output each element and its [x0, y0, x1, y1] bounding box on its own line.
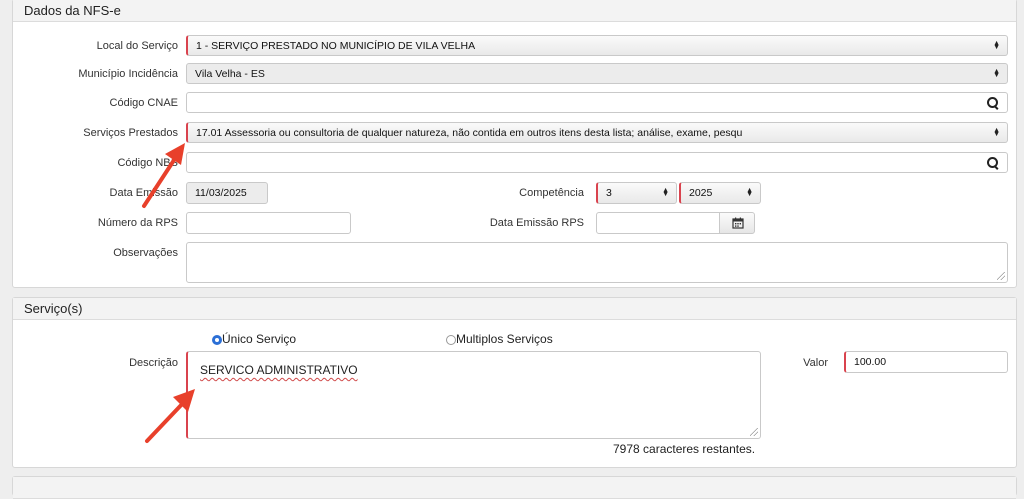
radio-multiplos-servicos[interactable] — [446, 335, 456, 345]
codigo-cnae-input[interactable] — [186, 92, 1008, 113]
valores-panel-title — [13, 477, 1016, 499]
municipio-incidencia-value: Vila Velha - ES — [195, 68, 265, 80]
competencia-year-select[interactable]: 2025 ▲ ▼ — [679, 182, 761, 204]
valores-panel — [12, 476, 1017, 499]
remaining-characters: 7978 caracteres restantes. — [613, 442, 756, 456]
local-servico-select[interactable]: 1 - SERVIÇO PRESTADO NO MUNICÍPIO DE VIL… — [186, 35, 1008, 56]
municipio-incidencia-label: Município Incidência — [78, 68, 178, 80]
descricao-label: Descrição — [129, 357, 178, 369]
servicos-prestados-select[interactable]: 17.01 Assessoria ou consultoria de qualq… — [186, 122, 1008, 143]
annotation-arrow-descricao — [145, 389, 195, 443]
nfse-panel-title: Dados da NFS-e — [13, 0, 1016, 22]
valor-input[interactable]: 100.00 — [844, 351, 1008, 373]
competencia-month-value: 3 — [606, 187, 612, 199]
updown-caret-icon: ▲ ▼ — [662, 186, 669, 198]
competencia-label: Competência — [519, 187, 584, 199]
valor-label: Valor — [803, 357, 828, 369]
updown-caret-icon: ▲ ▼ — [746, 186, 753, 198]
competencia-month-select[interactable]: 3 ▲ ▼ — [596, 182, 677, 204]
servicos-prestados-value: 17.01 Assessoria ou consultoria de qualq… — [196, 127, 743, 139]
data-emissao-rps-label: Data Emissão RPS — [489, 217, 584, 229]
observacoes-textarea[interactable] — [186, 242, 1008, 283]
numero-rps-input[interactable] — [186, 212, 351, 234]
codigo-nbs-input[interactable] — [186, 152, 1008, 173]
updown-caret-icon: ▲ ▼ — [993, 39, 1000, 51]
data-emissao-rps-input[interactable] — [596, 212, 720, 234]
resize-grip-icon[interactable] — [997, 272, 1005, 280]
competencia-year-value: 2025 — [689, 187, 713, 199]
calendar-icon — [732, 217, 744, 229]
local-servico-value: 1 - SERVIÇO PRESTADO NO MUNICÍPIO DE VIL… — [196, 40, 476, 52]
servicos-panel-title: Serviço(s) — [13, 298, 1016, 320]
resize-grip-icon[interactable] — [750, 428, 758, 436]
municipio-incidencia-select[interactable]: Vila Velha - ES ▲ ▼ — [186, 63, 1008, 84]
observacoes-label: Observações — [113, 247, 178, 259]
descricao-value: SERVICO ADMINISTRATIVO — [200, 363, 358, 377]
codigo-cnae-label: Código CNAE — [109, 97, 178, 109]
servicos-prestados-label: Serviços Prestados — [83, 127, 178, 139]
numero-rps-label: Número da RPS — [97, 217, 178, 229]
calendar-button[interactable] — [719, 212, 755, 234]
search-icon[interactable] — [987, 97, 998, 108]
updown-caret-icon: ▲ ▼ — [993, 126, 1000, 138]
radio-unico-servico[interactable] — [212, 335, 222, 345]
valor-value: 100.00 — [854, 356, 887, 368]
descricao-textarea[interactable]: SERVICO ADMINISTRATIVO — [186, 351, 761, 439]
updown-caret-icon: ▲ ▼ — [993, 67, 1000, 79]
search-icon[interactable] — [987, 157, 998, 168]
local-servico-label: Local do Serviço — [96, 40, 178, 52]
radio-unico-servico-label[interactable]: Único Serviço — [222, 332, 296, 346]
annotation-arrow-servicos — [142, 143, 185, 208]
radio-multiplos-servicos-label[interactable]: Multiplos Serviços — [456, 332, 553, 346]
